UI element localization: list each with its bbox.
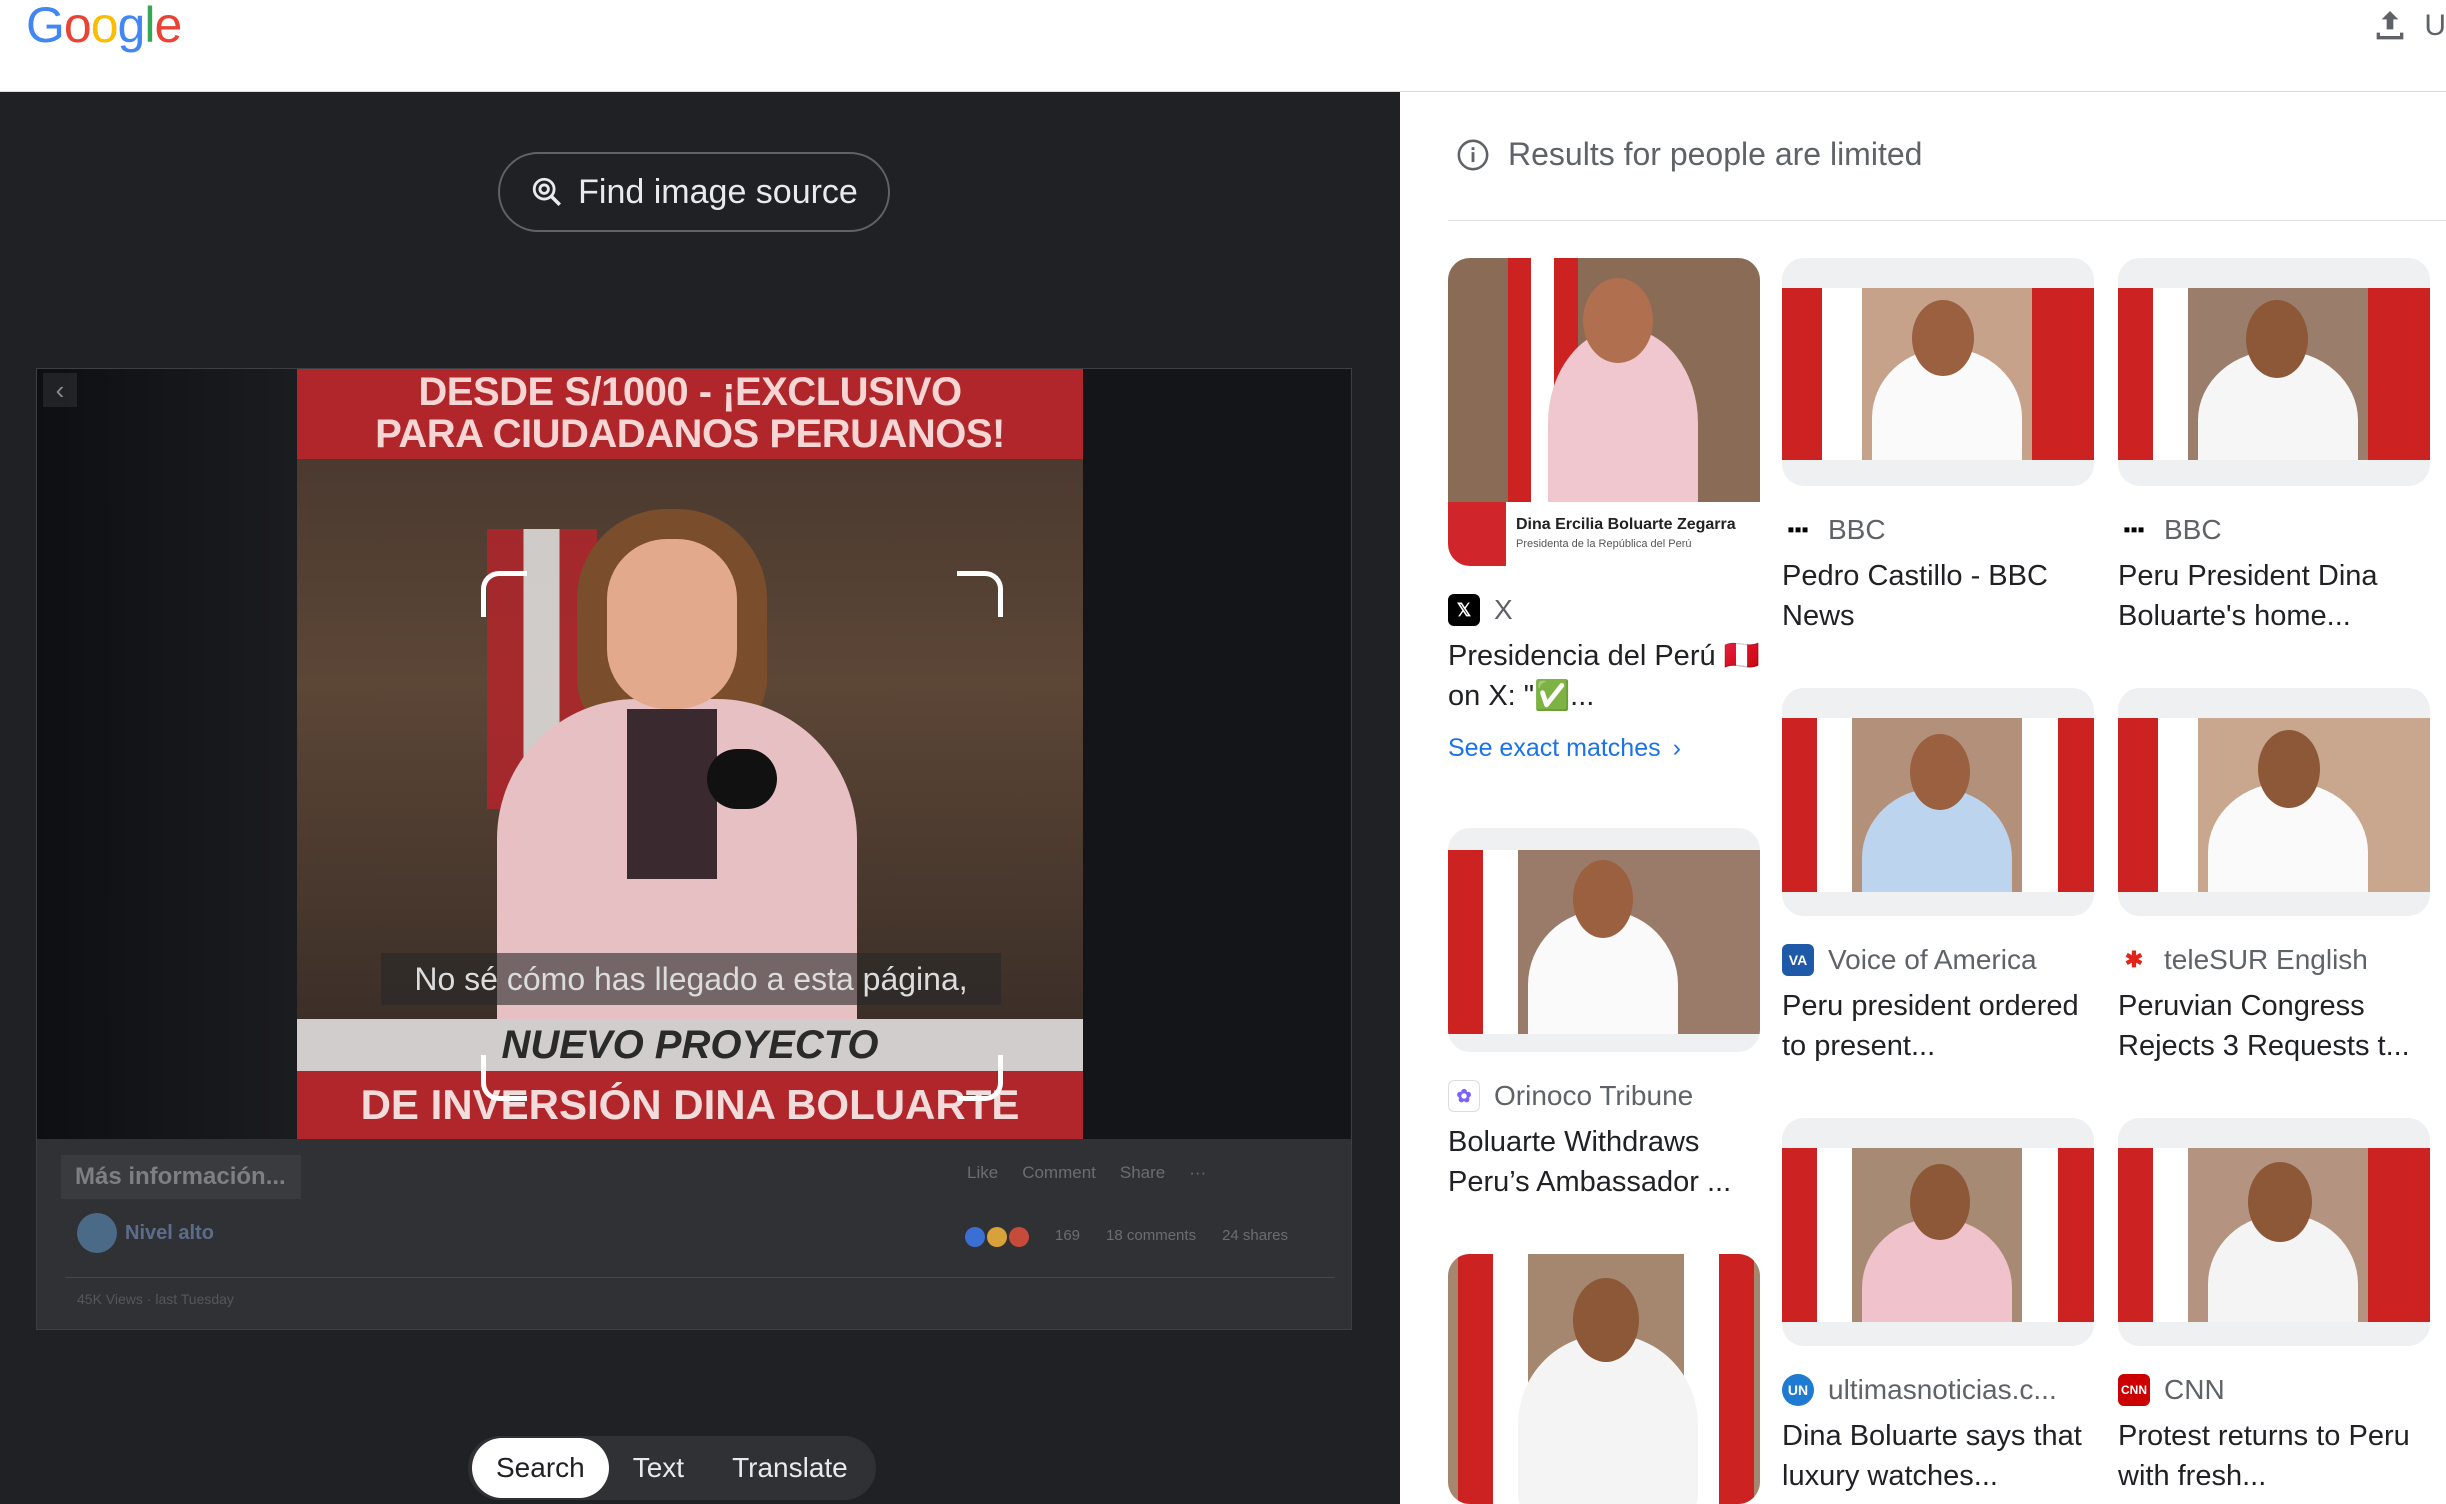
banner-top-line1: DESDE S/1000 - ¡EXCLUSIVO: [418, 370, 962, 414]
uploaded-image: ‹ DESDE S/1000 - ¡EXCLUSIVO PARA CIUDADA…: [36, 368, 1352, 1330]
result-title[interactable]: Pedro Castillo - BBC News: [1782, 556, 2094, 636]
video-subtitle: No sé cómo has llegado a esta página,: [381, 953, 1001, 1005]
post-stats: 169 18 comments 24 shares: [965, 1227, 1288, 1247]
result-thumbnail[interactable]: [1448, 828, 1760, 1052]
results-panel: Results for people are limited Dina Erci…: [1400, 92, 2446, 1504]
result-card[interactable]: ✿ Orinoco Tribune Boluarte Withdraws Per…: [1448, 828, 1760, 1202]
like-label: Like: [967, 1163, 999, 1182]
result-source: ✱ teleSUR English: [2118, 944, 2430, 976]
voa-icon: VA: [1782, 944, 1814, 976]
share-count: 24 shares: [1222, 1227, 1288, 1244]
divider: [1448, 220, 2446, 221]
result-source: ▪▪▪ BBC: [1782, 514, 2094, 546]
result-source: CNN CNN: [2118, 1374, 2430, 1406]
mode-tabs: Search Text Translate: [468, 1436, 876, 1500]
telesur-icon: ✱: [2118, 944, 2150, 976]
result-card[interactable]: ▪▪▪ BBC Pedro Castillo - BBC News: [1782, 258, 2094, 636]
more-icon: ···: [1189, 1163, 1207, 1182]
result-thumbnail[interactable]: [1448, 1254, 1760, 1504]
comment-count: 18 comments: [1106, 1227, 1197, 1244]
crop-handle-bottom-left[interactable]: [481, 1055, 527, 1101]
banner-top-line2: PARA CIUDADANOS PERUANOS!: [375, 412, 1005, 456]
find-image-source-label: Find image source: [578, 172, 858, 211]
post-author: Nivel alto: [77, 1213, 214, 1253]
crop-handle-top-right[interactable]: [957, 571, 1003, 617]
orinoco-icon: ✿: [1448, 1080, 1480, 1112]
limited-results-notice: Results for people are limited: [1456, 136, 1922, 173]
cnn-icon: CNN: [2118, 1374, 2150, 1406]
video-scene: No sé cómo has llegado a esta página,: [297, 459, 1083, 1029]
result-thumbnail[interactable]: [1782, 258, 2094, 486]
result-card[interactable]: CNN CNN Protest returns to Peru with fre…: [2118, 1118, 2430, 1496]
info-icon: [1457, 139, 1489, 170]
result-title[interactable]: Peru president ordered to present...: [1782, 986, 2094, 1066]
tab-translate[interactable]: Translate: [708, 1438, 872, 1498]
find-image-source-button[interactable]: Find image source: [498, 152, 890, 232]
more-info-label: Más información...: [61, 1155, 301, 1199]
result-card[interactable]: Dina Ercilia Boluarte Zegarra Presidenta…: [1448, 258, 1760, 763]
result-thumbnail[interactable]: [1782, 1118, 2094, 1346]
back-arrow-icon: ‹: [43, 373, 77, 407]
notice-text: Results for people are limited: [1508, 136, 1923, 172]
result-card[interactable]: UN ultimasnoticias.c... Dina Boluarte sa…: [1782, 1118, 2094, 1496]
result-thumbnail[interactable]: Dina Ercilia Boluarte Zegarra Presidenta…: [1448, 258, 1760, 566]
avatar: [77, 1213, 117, 1253]
view-count: 45K Views · last Tuesday: [77, 1291, 234, 1307]
upload-button[interactable]: U: [2370, 6, 2446, 46]
bbc-icon: ▪▪▪: [1782, 514, 1814, 546]
tab-search[interactable]: Search: [472, 1438, 609, 1498]
post-author-name: Nivel alto: [125, 1221, 214, 1244]
see-exact-matches-link[interactable]: See exact matches ›: [1448, 734, 1760, 763]
result-card[interactable]: ✱ teleSUR English Peruvian Congress Reje…: [2118, 688, 2430, 1066]
result-source: 𝕏 X: [1448, 594, 1760, 626]
crop-handle-bottom-right[interactable]: [957, 1055, 1003, 1101]
tab-text[interactable]: Text: [609, 1438, 708, 1498]
divider: [65, 1277, 1335, 1278]
result-title[interactable]: Peruvian Congress Rejects 3 Requests t..…: [2118, 986, 2430, 1066]
image-search-icon: [532, 177, 562, 207]
comment-label: Comment: [1022, 1163, 1096, 1182]
un-icon: UN: [1782, 1374, 1814, 1406]
top-bar: Google U: [0, 0, 2446, 92]
result-thumbnail[interactable]: [2118, 1118, 2430, 1346]
video-banner-top: DESDE S/1000 - ¡EXCLUSIVO PARA CIUDADANO…: [297, 369, 1083, 459]
result-card[interactable]: ▪▪▪ BBC Peru President Dina Boluarte's h…: [2118, 258, 2430, 636]
image-dim-left: [37, 369, 297, 1139]
caption-name: Dina Ercilia Boluarte Zegarra: [1516, 516, 1736, 533]
upload-icon: [2376, 11, 2404, 40]
result-card[interactable]: VA Voice of America Peru president order…: [1782, 688, 2094, 1066]
caption-role: Presidenta de la República del Perú: [1516, 538, 1692, 550]
result-thumbnail[interactable]: [1782, 688, 2094, 916]
chevron-right-icon: ›: [1672, 734, 1681, 762]
image-dim-right: [1081, 369, 1351, 1139]
microphone: [707, 749, 777, 809]
result-source: ▪▪▪ BBC: [2118, 514, 2430, 546]
result-thumbnail[interactable]: [2118, 258, 2430, 486]
upload-label: U: [2424, 9, 2446, 42]
reaction-count: 169: [1055, 1227, 1081, 1244]
result-title[interactable]: Presidencia del Perú 🇵🇪 on X: "✅...: [1448, 636, 1760, 716]
result-card[interactable]: [1448, 1254, 1760, 1504]
result-source: VA Voice of America: [1782, 944, 2094, 976]
crop-handle-top-left[interactable]: [481, 571, 527, 617]
reaction-icons: [965, 1227, 1029, 1247]
result-source: ✿ Orinoco Tribune: [1448, 1080, 1760, 1112]
bbc-icon: ▪▪▪: [2118, 514, 2150, 546]
share-label: Share: [1119, 1163, 1166, 1182]
video-frame: DESDE S/1000 - ¡EXCLUSIVO PARA CIUDADANO…: [297, 369, 1083, 1139]
result-title[interactable]: Protest returns to Peru with fresh...: [2118, 1416, 2430, 1496]
image-viewer-panel: Find image source ‹ DESDE S/1000 - ¡EXCL…: [0, 92, 1400, 1504]
x-icon: 𝕏: [1448, 594, 1480, 626]
result-title[interactable]: Peru President Dina Boluarte's home...: [2118, 556, 2430, 636]
result-title[interactable]: Boluarte Withdraws Peru’s Ambassador ...: [1448, 1122, 1760, 1202]
post-footer: Más información... Like Comment Share ··…: [37, 1139, 1351, 1329]
result-title[interactable]: Dina Boluarte says that luxury watches..…: [1782, 1416, 2094, 1496]
google-logo[interactable]: Google: [26, 0, 182, 54]
result-source: UN ultimasnoticias.c...: [1782, 1374, 2094, 1406]
result-thumbnail[interactable]: [2118, 688, 2430, 916]
post-actions: Like Comment Share ···: [967, 1163, 1206, 1183]
